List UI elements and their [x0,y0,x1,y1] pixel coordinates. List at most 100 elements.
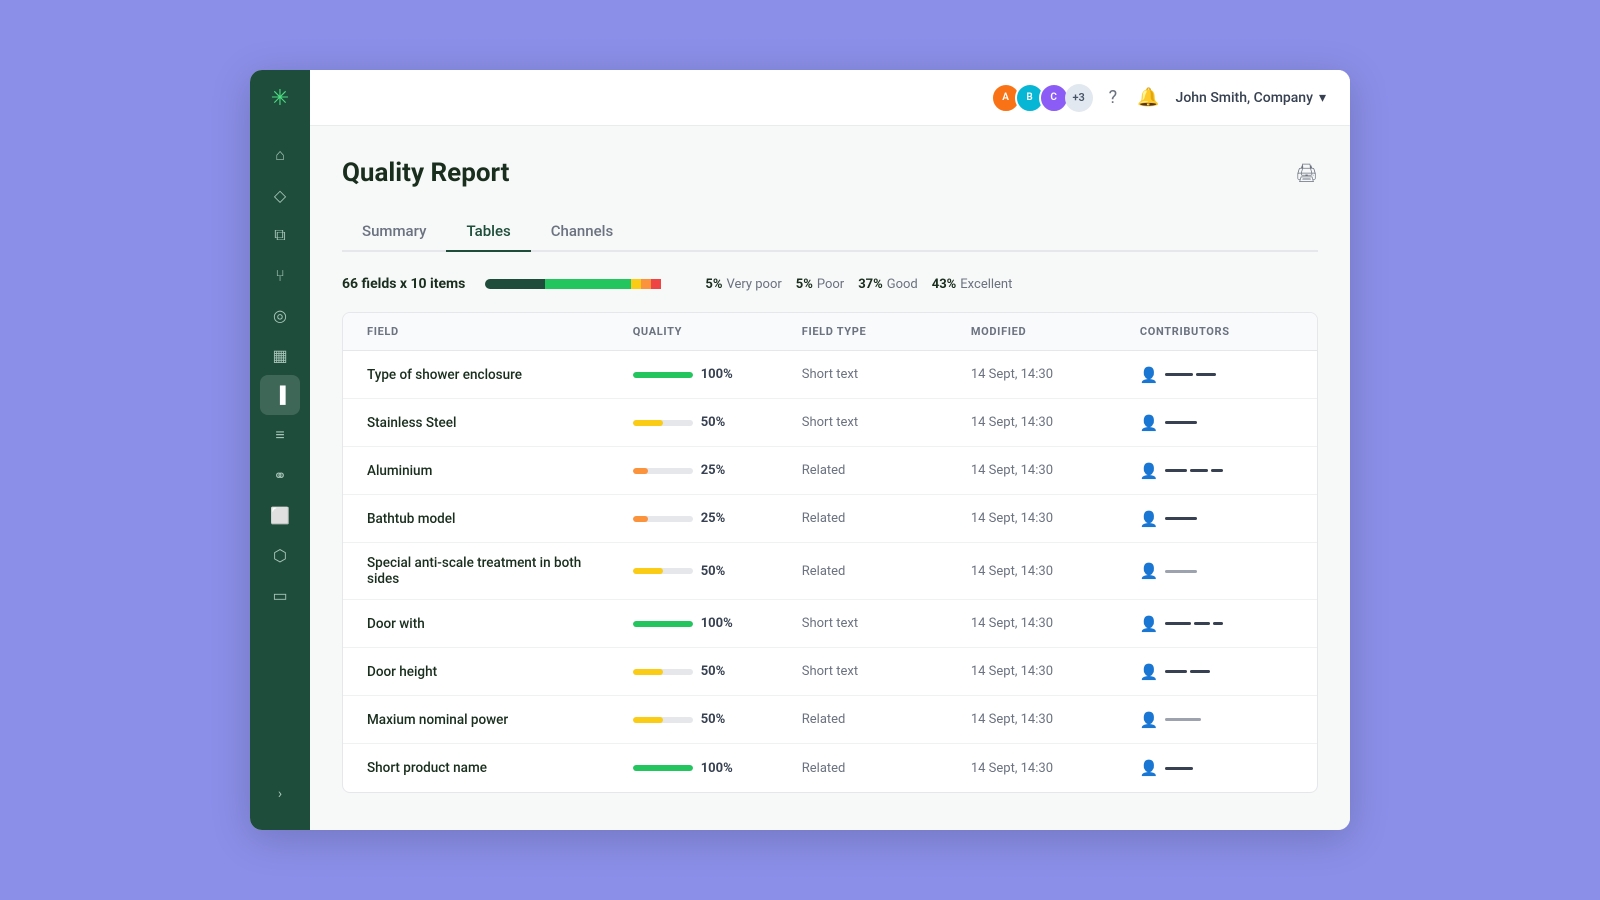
field-type: Related [794,749,963,788]
table-row[interactable]: Door height 50% Short text14 Sept, 14:30… [343,648,1317,696]
contributor-icon: 👤 [1140,510,1159,528]
quality-cell: 50% [625,652,794,691]
contributor-lines [1165,718,1201,721]
grid-icon[interactable]: ▦ [260,335,300,375]
contributors-cell: 👤 [1132,747,1301,789]
tab-channels[interactable]: Channels [531,212,634,252]
contributors-cell: 👤 [1132,603,1301,645]
stats-bar: 66 fields x 10 items 5% Very poor 5% Poor… [342,272,1318,296]
table-row[interactable]: Stainless Steel 50% Short text14 Sept, 1… [343,399,1317,447]
field-type: Related [794,552,963,591]
quality-percent: 25% [701,463,737,478]
quality-cell: 25% [625,499,794,538]
table-row[interactable]: Door with 100% Short text14 Sept, 14:30 … [343,600,1317,648]
modified-date: 14 Sept, 14:30 [963,552,1132,591]
contributor-icon: 👤 [1140,615,1159,633]
table-row[interactable]: Short product name 100% Related14 Sept, … [343,744,1317,792]
table-row[interactable]: Type of shower enclosure 100% Short text… [343,351,1317,399]
quality-percent: 50% [701,664,737,679]
help-icon[interactable]: ? [1105,83,1122,112]
legend-pct: 5% [796,277,813,292]
legend-label: Poor [817,277,844,292]
table-row[interactable]: Special anti-scale treatment in both sid… [343,543,1317,600]
contributors-cell: 👤 [1132,699,1301,741]
modified-date: 14 Sept, 14:30 [963,451,1132,490]
contributors-cell: 👤 [1132,402,1301,444]
contributor-lines [1165,469,1223,472]
quality-cell: 50% [625,700,794,739]
layers-icon[interactable]: ⧉ [260,215,300,255]
quality-cell: 50% [625,403,794,442]
tabs: SummaryTablesChannels [342,212,1318,252]
column-header: FIELD [359,313,625,350]
modified-date: 14 Sept, 14:30 [963,604,1132,643]
contributor-icon: 👤 [1140,562,1159,580]
print-icon[interactable]: 🖨 [1295,163,1318,184]
legend-item: 5% Poor [796,277,844,292]
sidebar: ✳ ⌂◇⧉⑂◎▦▐≡⚭⬜⬡▭ › [250,70,310,830]
tag-icon[interactable]: ◇ [260,175,300,215]
quality-percent: 50% [701,415,737,430]
page-header: Quality Report 🖨 [342,158,1318,188]
quality-percent: 50% [701,564,737,579]
field-name: Door with [359,604,625,644]
location-icon[interactable]: ◎ [260,295,300,335]
link-icon[interactable]: ⚭ [260,455,300,495]
quality-percent: 100% [701,367,737,382]
stack-icon[interactable]: ≡ [260,415,300,455]
chart-icon[interactable]: ▐ [260,375,300,415]
legend-label: Very poor [726,277,781,292]
page-content: Quality Report 🖨 SummaryTablesChannels 6… [310,126,1350,830]
table-row[interactable]: Aluminium 25% Related14 Sept, 14:30 👤 [343,447,1317,495]
quality-percent: 100% [701,761,737,776]
column-header: CONTRIBUTORS [1132,313,1301,350]
field-type: Related [794,700,963,739]
contributor-icon: 👤 [1140,462,1159,480]
modified-date: 14 Sept, 14:30 [963,749,1132,788]
avatar-count: +3 [1065,84,1093,112]
modified-date: 14 Sept, 14:30 [963,403,1132,442]
legend-label: Excellent [960,277,1012,292]
tab-tables[interactable]: Tables [446,212,530,252]
field-type: Short text [794,604,963,643]
contributor-lines [1165,373,1216,376]
share-icon[interactable]: ⑂ [260,255,300,295]
modified-date: 14 Sept, 14:30 [963,355,1132,394]
field-type: Short text [794,403,963,442]
notification-icon[interactable]: 🔔 [1133,83,1163,112]
column-header: MODIFIED [963,313,1132,350]
user-name: John Smith, Company [1176,90,1313,106]
modified-date: 14 Sept, 14:30 [963,499,1132,538]
legend-pct: 5% [705,277,722,292]
expand-icon[interactable]: › [260,774,300,814]
contributor-icon: 👤 [1140,759,1159,777]
contributors-cell: 👤 [1132,651,1301,693]
contributors-cell: 👤 [1132,550,1301,592]
home-icon[interactable]: ⌂ [260,135,300,175]
contributor-icon: 👤 [1140,414,1159,432]
legend-item: 37% Good [858,277,918,292]
modified-date: 14 Sept, 14:30 [963,700,1132,739]
main-content: A B C +3 ? 🔔 John Smith, Company ▾ Quali… [310,70,1350,830]
image-icon[interactable]: ⬜ [260,495,300,535]
quality-bar [485,279,685,289]
user-menu[interactable]: John Smith, Company ▾ [1176,90,1326,106]
legend-item: 43% Excellent [932,277,1013,292]
contributors-cell: 👤 [1132,354,1301,396]
column-header: FIELD TYPE [794,313,963,350]
contributor-lines [1165,670,1210,673]
contributor-lines [1165,517,1197,520]
message-icon[interactable]: ▭ [260,575,300,615]
legend-label: Good [887,277,918,292]
tab-summary[interactable]: Summary [342,212,446,252]
table-row[interactable]: Maxium nominal power 50% Related14 Sept,… [343,696,1317,744]
logo-icon[interactable]: ✳ [271,86,289,111]
field-name: Special anti-scale treatment in both sid… [359,543,625,599]
fields-count-label: 66 fields x 10 items [342,276,465,292]
contributor-lines [1165,767,1193,770]
field-name: Short product name [359,748,625,788]
contributors-cell: 👤 [1132,498,1301,540]
folder-icon[interactable]: ⬡ [260,535,300,575]
field-type: Related [794,451,963,490]
table-row[interactable]: Bathtub model 25% Related14 Sept, 14:30 … [343,495,1317,543]
